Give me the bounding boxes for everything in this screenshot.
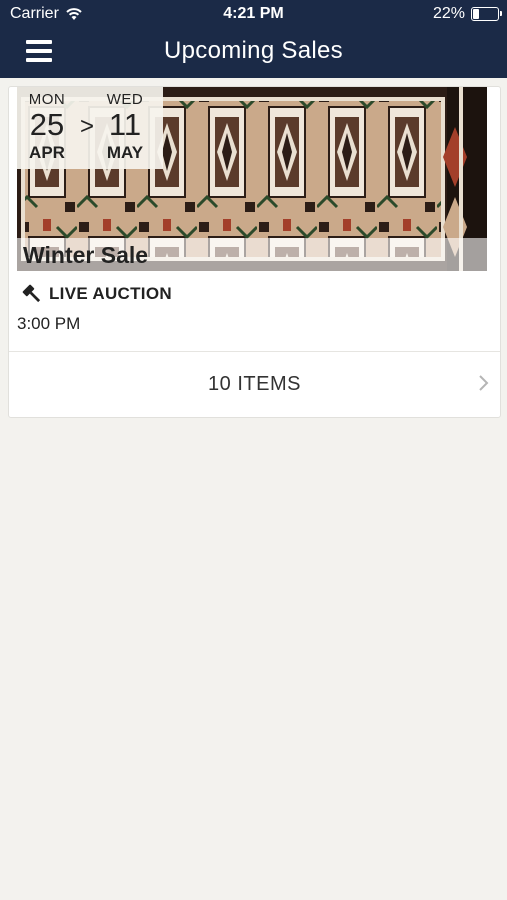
sale-card[interactable]: MON 25 APR > WED 11 MAY Winter Sale LIVE… [8,86,501,418]
items-button[interactable]: 10 ITEMS [9,352,500,417]
battery-indicator: 22% [432,5,502,23]
start-date: MON 25 APR [17,91,77,163]
page-title: Upcoming Sales [164,37,343,64]
items-count-label: 10 ITEMS [208,373,301,395]
battery-fill [473,9,479,19]
end-day: 11 [108,107,142,142]
sale-image[interactable]: MON 25 APR > WED 11 MAY Winter Sale [17,87,487,271]
date-range: MON 25 APR > WED 11 MAY [17,87,163,169]
start-month: APR [29,143,65,162]
gavel-icon [22,284,41,303]
navigation-bar: Carrier 4:21 PM 22% Upcoming Sales [0,0,507,78]
sale-type: LIVE AUCTION [21,283,172,305]
end-month: MAY [106,143,144,162]
clock: 4:21 PM [223,5,284,22]
start-weekday: MON [28,91,66,108]
battery-icon [471,7,502,21]
status-bar: Carrier 4:21 PM 22% [0,0,507,28]
end-date: WED 11 MAY [95,91,155,163]
battery-percent: 22% [432,5,465,22]
chevron-right-icon [479,375,489,391]
end-weekday: WED [106,91,144,108]
sale-time: 3:00 PM [17,314,81,333]
nav-row: Upcoming Sales [0,28,507,78]
sale-title[interactable]: Winter Sale [23,242,148,269]
date-separator: > [79,113,94,140]
start-day: 25 [29,107,65,142]
title-overlay: Winter Sale [17,238,487,271]
sale-type-label: LIVE AUCTION [49,284,172,303]
